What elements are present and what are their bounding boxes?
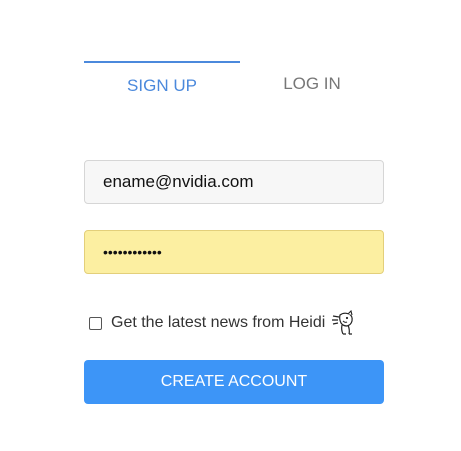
auth-tabs: SIGN UP LOG IN [84,61,384,101]
heidi-mascot-icon [331,309,357,336]
newsletter-checkbox[interactable] [89,316,102,330]
signup-form-page: SIGN UP LOG IN Get the latest news from … [0,0,461,451]
password-field[interactable] [84,230,384,274]
email-field[interactable] [84,160,384,204]
newsletter-option: Get the latest news from Heidi [89,309,357,336]
create-account-button[interactable]: CREATE ACCOUNT [84,360,384,404]
newsletter-label: Get the latest news from Heidi [111,314,326,331]
tab-sign-up[interactable]: SIGN UP [84,61,240,101]
tab-log-in[interactable]: LOG IN [234,61,390,101]
